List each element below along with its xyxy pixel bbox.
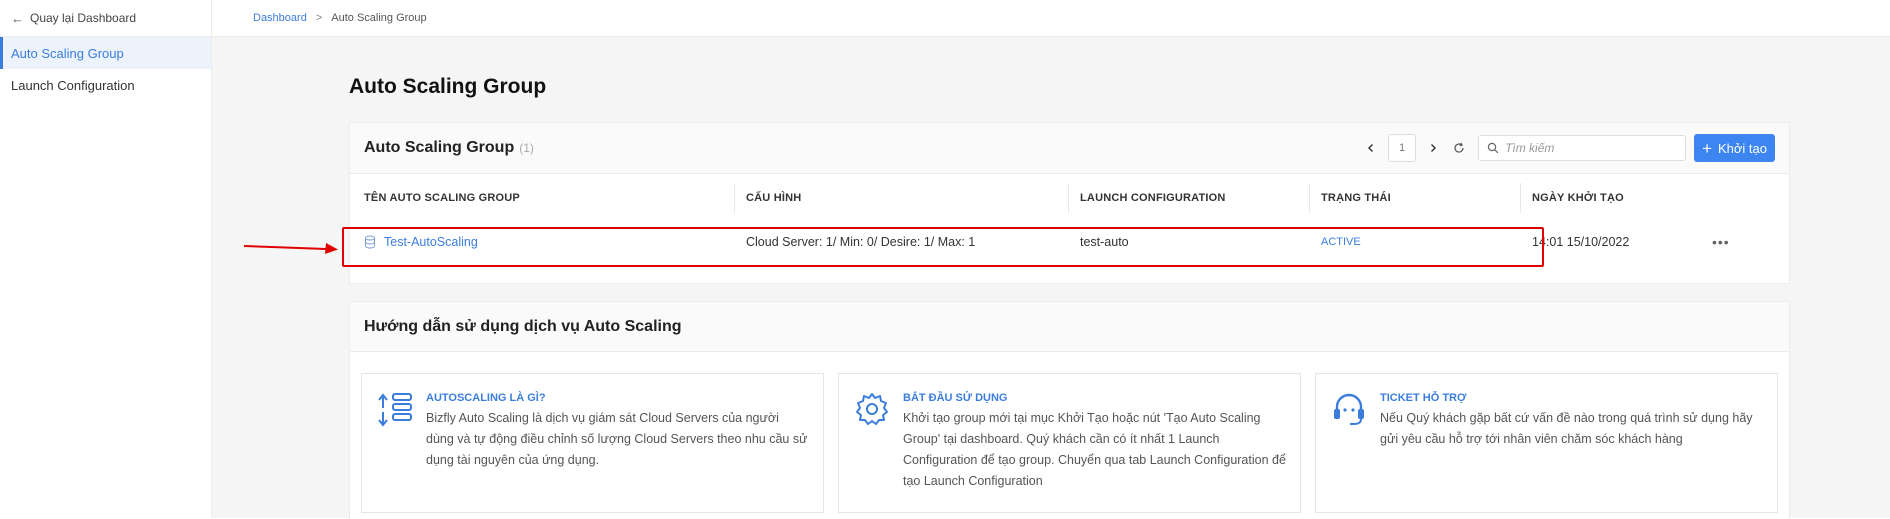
- column-header-launch-configuration: LAUNCH CONFIGURATION: [1068, 183, 1309, 213]
- tile-text: Khởi tạo group mới tại mục Khởi Tạo hoặc…: [903, 411, 1286, 488]
- usage-guide: Hướng dẫn sử dụng dịch vụ Auto Scaling A…: [349, 301, 1790, 519]
- chevron-right-icon: [1431, 144, 1437, 152]
- plus-icon: +: [1702, 138, 1712, 158]
- tile-body: BẮT ĐẦU SỬ DỤNG Khởi tạo group mới tại m…: [903, 390, 1286, 496]
- search-input[interactable]: [1505, 141, 1656, 155]
- refresh-button[interactable]: [1450, 139, 1468, 157]
- list-header: Auto Scaling Group (1) 1 Tìm kiếm + Khởi…: [350, 123, 1789, 174]
- create-button[interactable]: + Khởi tạo: [1694, 134, 1775, 162]
- guide-tile-what-is: AUTOSCALING LÀ GÌ? Bizfly Auto Scaling l…: [361, 373, 824, 513]
- back-label: Quay lại Dashboard: [30, 11, 137, 25]
- tile-body: AUTOSCALING LÀ GÌ? Bizfly Auto Scaling l…: [426, 390, 809, 496]
- breadcrumb-dashboard-link[interactable]: Dashboard: [253, 12, 307, 24]
- breadcrumb: Dashboard > Auto Scaling Group: [212, 0, 1890, 37]
- app: ← Quay lại Dashboard Auto Scaling Group …: [0, 0, 1890, 519]
- headset-icon: [1334, 393, 1364, 425]
- guide-tile-support-ticket: TICKET HỖ TRỢ Nếu Quý khách gặp bất cứ v…: [1315, 373, 1778, 513]
- tile-body: TICKET HỖ TRỢ Nếu Quý khách gặp bất cứ v…: [1380, 390, 1763, 496]
- tile-title: BẮT ĐẦU SỬ DỤNG: [903, 392, 1008, 404]
- guide-tile-get-started: BẮT ĐẦU SỬ DỤNG Khởi tạo group mới tại m…: [838, 373, 1301, 513]
- table-row[interactable]: Test-AutoScaling Cloud Server: 1/ Min: 0…: [350, 222, 1789, 262]
- arrow-left-icon: ←: [11, 10, 24, 26]
- group-name-link[interactable]: Test-AutoScaling: [364, 222, 734, 262]
- scaling-icon: [378, 393, 412, 427]
- refresh-icon: [1454, 142, 1464, 153]
- next-page-button[interactable]: [1424, 139, 1442, 157]
- sidebar-item-label: Launch Configuration: [11, 77, 135, 93]
- search-box[interactable]: [1478, 135, 1687, 161]
- column-header-name: TÊN AUTO SCALING GROUP: [364, 192, 520, 204]
- sidebar-item-auto-scaling-group[interactable]: Auto Scaling Group: [0, 37, 211, 69]
- chevron-left-icon: [1368, 144, 1374, 152]
- current-page-number[interactable]: 1: [1388, 134, 1417, 162]
- breadcrumb-current: Auto Scaling Group: [331, 12, 427, 24]
- group-name: Test-AutoScaling: [384, 235, 478, 249]
- breadcrumb-separator: >: [315, 12, 323, 24]
- column-header-config: CẤU HÌNH: [734, 183, 1068, 213]
- table-header: TÊN AUTO SCALING GROUP CẤU HÌNH LAUNCH C…: [350, 183, 1789, 213]
- back-to-dashboard-link[interactable]: ← Quay lại Dashboard: [0, 0, 211, 37]
- column-header-status: TRẠNG THÁI: [1309, 183, 1520, 213]
- search-icon: [1487, 142, 1499, 154]
- tile-text: Bizfly Auto Scaling là dịch vụ giám sát …: [426, 411, 808, 467]
- create-button-label: Khởi tạo: [1718, 140, 1767, 156]
- pagination: 1: [1362, 134, 1468, 162]
- list-title: Auto Scaling Group: [364, 139, 515, 156]
- tile-title: AUTOSCALING LÀ GÌ?: [426, 392, 546, 404]
- config-cell: Cloud Server: 1/ Min: 0/ Desire: 1/ Max:…: [746, 235, 976, 249]
- gear-icon: [856, 393, 888, 425]
- created-date-cell: 14:01 15/10/2022: [1532, 235, 1630, 249]
- tile-text: Nếu Quý khách gặp bất cứ vấn đề nào tron…: [1380, 411, 1753, 446]
- auto-scaling-group-list: Auto Scaling Group (1) 1 Tìm kiếm + Khởi…: [349, 122, 1790, 284]
- annotation-arrow-icon: [243, 243, 338, 254]
- launch-configuration-cell: test-auto: [1080, 235, 1129, 249]
- database-icon: [365, 235, 375, 249]
- row-actions-button[interactable]: •••: [1712, 222, 1752, 262]
- list-count: (1): [519, 141, 534, 155]
- main-content: Dashboard > Auto Scaling Group Auto Scal…: [212, 0, 1890, 519]
- sidebar: ← Quay lại Dashboard Auto Scaling Group …: [0, 0, 212, 518]
- page-title: Auto Scaling Group: [349, 75, 547, 98]
- sidebar-item-launch-configuration[interactable]: Launch Configuration: [0, 69, 211, 101]
- guide-title: Hướng dẫn sử dụng dịch vụ Auto Scaling: [350, 302, 1789, 352]
- sidebar-item-label: Auto Scaling Group: [11, 45, 124, 61]
- tile-title: TICKET HỖ TRỢ: [1380, 392, 1467, 404]
- prev-page-button[interactable]: [1362, 139, 1380, 157]
- status-badge: ACTIVE: [1321, 236, 1361, 248]
- column-header-created: NGÀY KHỞI TẠO: [1520, 183, 1770, 213]
